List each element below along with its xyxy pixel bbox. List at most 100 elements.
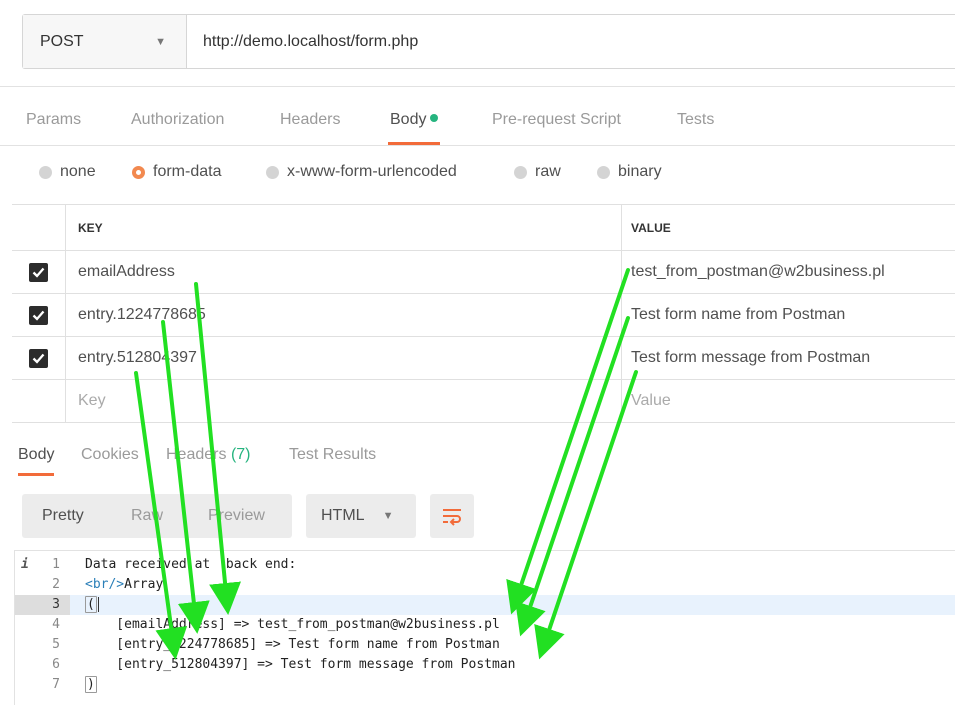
url-input[interactable] — [187, 15, 955, 68]
wrap-lines-icon — [443, 509, 461, 526]
radio-icon — [514, 165, 527, 179]
tab-label: Test Results — [289, 446, 377, 463]
tab-authorization[interactable]: Authorization — [131, 87, 224, 145]
radio-label: binary — [618, 163, 662, 180]
radio-raw[interactable]: raw — [514, 156, 561, 188]
line-number: 6 — [52, 657, 60, 672]
new-entry-row: Key Value — [12, 380, 955, 423]
key-column-header: KEY — [66, 205, 622, 250]
radio-label: x-www-form-urlencoded — [287, 163, 457, 180]
line-number: 3 — [15, 595, 70, 615]
table-row: entry.512804397 Test form message from P… — [12, 337, 955, 380]
line-number: 5 — [52, 637, 60, 652]
tab-label: Tests — [677, 111, 715, 128]
view-mode-raw[interactable]: Raw — [131, 494, 163, 538]
key-input[interactable]: Key — [66, 380, 622, 422]
request-url-bar: POST ▼ — [22, 14, 955, 69]
radio-icon — [597, 165, 610, 179]
key-cell[interactable]: entry.512804397 — [66, 337, 622, 379]
line-text: ( — [85, 595, 99, 615]
radio-selected-icon — [132, 165, 145, 179]
row-checkbox[interactable] — [29, 305, 48, 325]
code-line-current: 3 ( — [15, 595, 955, 615]
tab-label: Body — [390, 111, 427, 128]
wrap-lines-button[interactable] — [430, 494, 474, 538]
line-number: 1 — [52, 557, 60, 572]
table-row: entry.1224778685 Test form name from Pos… — [12, 294, 955, 337]
table-row: emailAddress test_from_postman@w2busines… — [12, 251, 955, 294]
tab-pre-request-script[interactable]: Pre-request Script — [492, 87, 621, 145]
code-line: 7 ) — [15, 675, 955, 695]
code-line: i 1 Data received at back end: — [15, 555, 955, 575]
line-text-content: Array — [124, 577, 164, 592]
chevron-down-icon: ▼ — [155, 35, 166, 48]
line-number: 4 — [52, 617, 60, 632]
view-mode-preview[interactable]: Preview — [208, 494, 265, 538]
view-mode-segmented: Pretty Raw Preview — [22, 494, 292, 538]
key-cell[interactable]: entry.1224778685 — [66, 294, 622, 336]
tab-label: Params — [26, 111, 82, 128]
row-check-cell — [12, 251, 66, 293]
line-text: [emailAddress] => test_from_postman@w2bu… — [85, 617, 500, 632]
radio-form-data[interactable]: form-data — [132, 156, 221, 188]
row-check-cell — [12, 337, 66, 379]
tab-label: Headers — [166, 446, 227, 463]
tab-body[interactable]: Body — [388, 87, 441, 145]
row-check-cell — [12, 380, 66, 422]
row-checkbox[interactable] — [29, 262, 48, 282]
radio-binary[interactable]: binary — [597, 156, 662, 188]
body-type-radios: none form-data x-www-form-urlencoded raw… — [0, 156, 955, 188]
key-cell[interactable]: emailAddress — [66, 251, 622, 293]
code-line: 6 [entry_512804397] => Test form message… — [15, 655, 955, 675]
tab-label: Headers — [280, 111, 341, 128]
value-cell[interactable]: Test form name from Postman — [622, 294, 955, 336]
tab-label: Body — [18, 446, 55, 463]
tab-label: Authorization — [131, 111, 225, 128]
radio-label: form-data — [153, 163, 222, 180]
value-cell[interactable]: test_from_postman@w2business.pl — [622, 251, 955, 293]
line-text: [entry_512804397] => Test form message f… — [85, 657, 516, 672]
line-text: [entry_1224778685] => Test form name fro… — [85, 637, 500, 652]
radio-x-www-form-urlencoded[interactable]: x-www-form-urlencoded — [266, 156, 457, 188]
text-cursor — [97, 597, 99, 612]
tab-tests[interactable]: Tests — [677, 87, 714, 145]
code-line: 5 [entry_1224778685] => Test form name f… — [15, 635, 955, 655]
method-select[interactable]: POST ▼ — [23, 15, 187, 68]
format-label: HTML — [321, 507, 365, 524]
view-mode-pretty[interactable]: Pretty — [42, 494, 84, 538]
code-line: 2 <br/>Array — [15, 575, 955, 595]
table-header-row: KEY VALUE — [12, 205, 955, 251]
method-label: POST — [40, 32, 84, 50]
response-tab-cookies[interactable]: Cookies — [81, 436, 139, 476]
active-tab-underline — [18, 473, 55, 476]
response-tab-test-results[interactable]: Test Results — [289, 436, 376, 476]
value-input[interactable]: Value — [622, 380, 955, 422]
tab-params[interactable]: Params — [26, 87, 81, 145]
matched-bracket: ( — [85, 596, 97, 613]
code-line: 4 [emailAddress] => test_from_postman@w2… — [15, 615, 955, 635]
radio-none[interactable]: none — [39, 156, 96, 188]
format-select[interactable]: HTML ▼ — [306, 494, 416, 538]
radio-icon — [39, 165, 52, 179]
line-number: 2 — [52, 577, 60, 592]
request-tabs: Params Authorization Headers Body Pre-re… — [0, 86, 955, 146]
response-body-viewer[interactable]: i 1 Data received at back end: 2 <br/>Ar… — [14, 550, 955, 705]
value-cell[interactable]: Test form message from Postman — [622, 337, 955, 379]
tab-label: Pre-request Script — [492, 111, 621, 128]
row-checkbox[interactable] — [29, 348, 48, 368]
response-tab-headers[interactable]: Headers (7) — [166, 436, 251, 476]
line-text: <br/>Array — [85, 575, 163, 595]
checkmark-icon — [32, 267, 45, 278]
response-tab-body[interactable]: Body — [18, 436, 55, 476]
tab-label: Cookies — [81, 446, 139, 463]
header-check-cell — [12, 205, 66, 250]
checkmark-icon — [32, 310, 45, 321]
tab-headers[interactable]: Headers — [280, 87, 340, 145]
line-text: Data received at back end: — [85, 557, 297, 572]
active-tab-underline — [388, 142, 441, 145]
checkmark-icon — [32, 353, 45, 364]
row-check-cell — [12, 294, 66, 336]
html-tag: <br/> — [85, 577, 125, 592]
radio-label: raw — [535, 163, 561, 180]
form-data-table: KEY VALUE emailAddress test_from_postman… — [12, 204, 955, 423]
